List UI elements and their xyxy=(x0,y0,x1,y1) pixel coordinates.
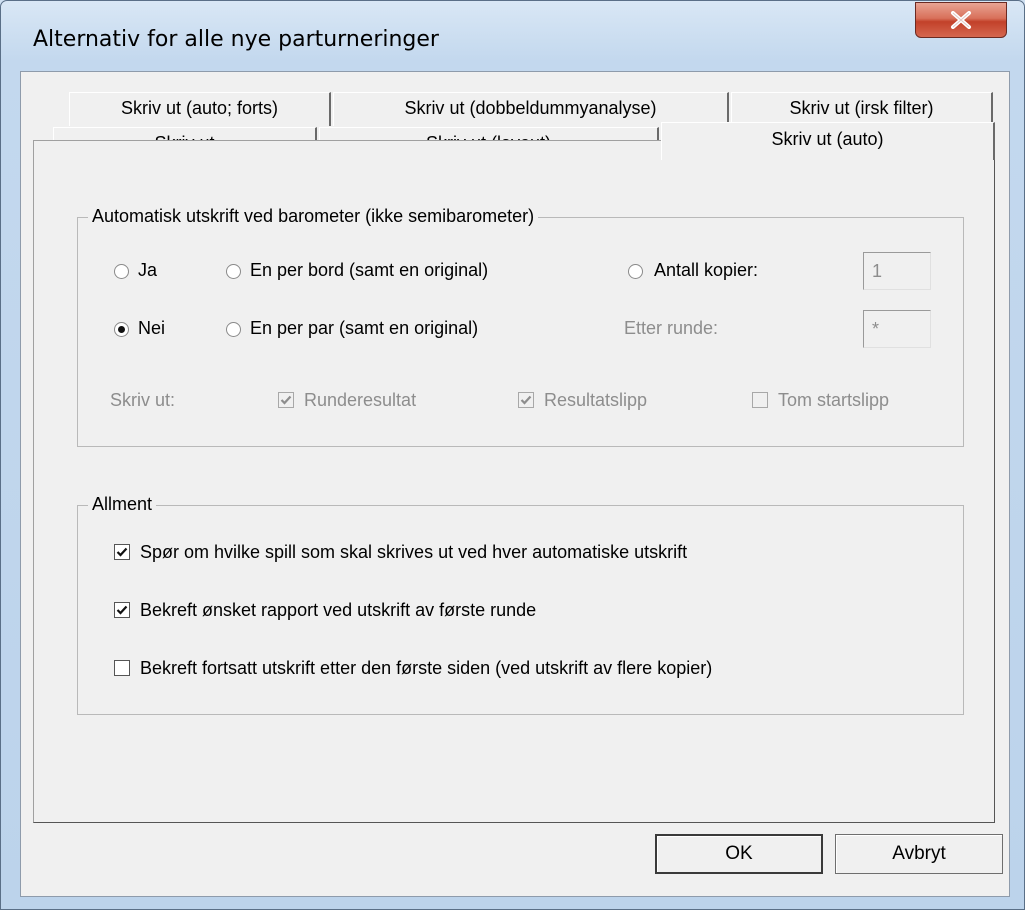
confirm-continue-label: Bekreft fortsatt utskrift etter den førs… xyxy=(140,658,713,678)
antall-kopier-input[interactable] xyxy=(863,252,931,290)
close-button[interactable] xyxy=(915,2,1007,38)
radio-nei[interactable] xyxy=(114,322,129,337)
general-group: Allment Spør om hvilke spill som skal sk… xyxy=(77,494,964,715)
radio-en-per-bord[interactable] xyxy=(226,264,241,279)
tab-label: Skriv ut (auto) xyxy=(771,129,884,149)
tom-startslipp-label: Tom startslipp xyxy=(778,390,890,410)
resultatslipp-label: Resultatslipp xyxy=(544,390,648,410)
dialog-client-area: Skriv ut (auto; forts) Skriv ut (dobbeld… xyxy=(20,71,1010,897)
radio-nei-label: Nei xyxy=(138,318,166,338)
skriv-ut-label: Skriv ut: xyxy=(110,390,176,410)
tab-skriv-ut-irsk-filter[interactable]: Skriv ut (irsk filter) xyxy=(731,92,993,126)
checkmark-icon xyxy=(116,605,128,615)
confirm-games-checkbox[interactable] xyxy=(114,544,130,560)
radio-antall-kopier-label: Antall kopier: xyxy=(654,260,759,280)
ok-button[interactable]: OK xyxy=(655,834,823,874)
confirm-report-label: Bekreft ønsket rapport ved utskrift av f… xyxy=(140,600,537,620)
runderesultat-checkbox[interactable] xyxy=(278,392,294,408)
checkmark-icon xyxy=(520,395,532,405)
resultatslipp-checkbox[interactable] xyxy=(518,392,534,408)
tab-skriv-ut-dobbeldummyanalyse[interactable]: Skriv ut (dobbeldummyanalyse) xyxy=(333,92,729,126)
tab-skriv-ut-auto-forts[interactable]: Skriv ut (auto; forts) xyxy=(69,92,331,126)
etter-runde-label: Etter runde: xyxy=(624,318,719,338)
auto-print-group-legend: Automatisk utskrift ved barometer (ikke … xyxy=(88,206,539,227)
radio-ja[interactable] xyxy=(114,264,129,279)
dialog-window: Alternativ for alle nye parturneringer S… xyxy=(0,0,1025,910)
radio-antall-kopier[interactable] xyxy=(628,264,643,279)
radio-ja-label: Ja xyxy=(138,260,158,280)
tab-page: Automatisk utskrift ved barometer (ikke … xyxy=(33,140,995,823)
radio-en-per-par[interactable] xyxy=(226,322,241,337)
auto-print-group: Automatisk utskrift ved barometer (ikke … xyxy=(77,206,964,447)
window-title: Alternativ for alle nye parturneringer xyxy=(33,27,439,52)
checkmark-icon xyxy=(280,395,292,405)
confirm-continue-checkbox[interactable] xyxy=(114,660,130,676)
close-x-icon xyxy=(951,11,971,29)
etter-runde-input[interactable] xyxy=(863,310,931,348)
checkmark-icon xyxy=(116,547,128,557)
confirm-report-checkbox[interactable] xyxy=(114,602,130,618)
tab-label: Skriv ut (auto; forts) xyxy=(120,98,279,118)
general-group-legend: Allment xyxy=(88,494,157,515)
confirm-games-label: Spør om hvilke spill som skal skrives ut… xyxy=(140,542,688,562)
radio-en-per-par-label: En per par (samt en original) xyxy=(250,318,479,338)
cancel-button[interactable]: Avbryt xyxy=(835,834,1003,874)
radio-en-per-bord-label: En per bord (samt en original) xyxy=(250,260,489,280)
runderesultat-label: Runderesultat xyxy=(304,390,417,410)
tab-skriv-ut-auto[interactable]: Skriv ut (auto) xyxy=(661,122,995,160)
tom-startslipp-checkbox[interactable] xyxy=(752,392,768,408)
tab-label: Skriv ut (irsk filter) xyxy=(789,98,934,118)
tab-label: Skriv ut (dobbeldummyanalyse) xyxy=(404,98,657,118)
